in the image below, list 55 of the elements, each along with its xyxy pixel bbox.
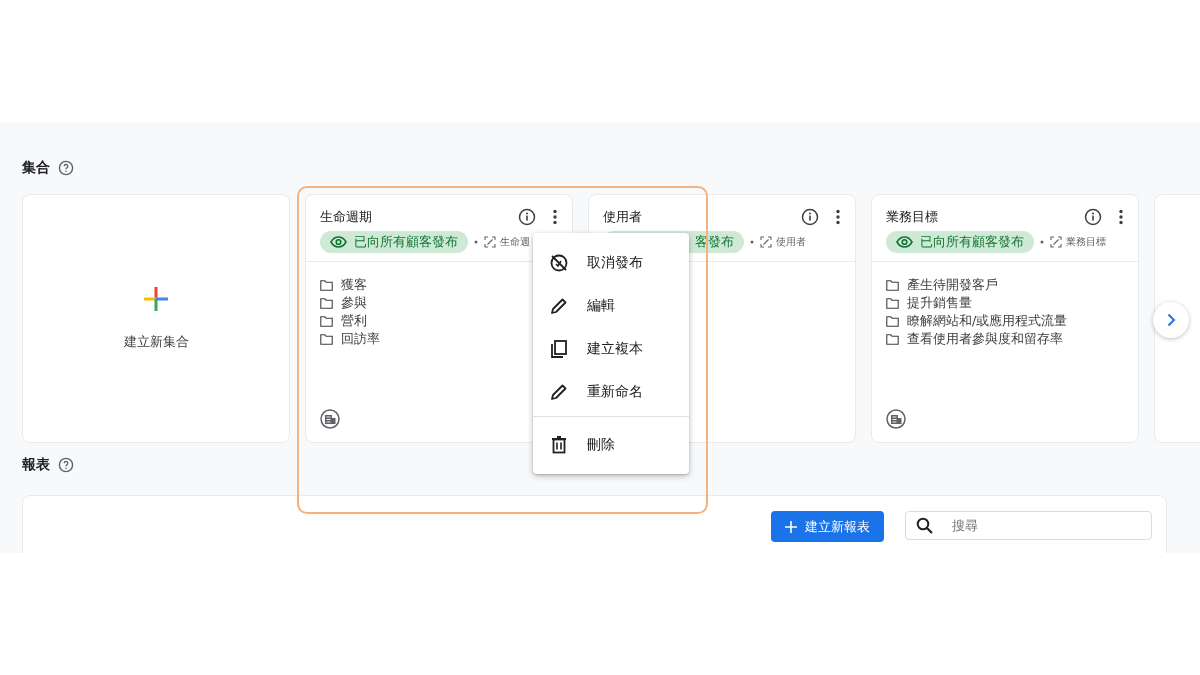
status-badge: 已向所有顧客發布 [320,230,468,254]
dot-icon [750,239,754,244]
info-icon[interactable] [518,207,536,226]
collection-title: 使用者 [603,208,642,226]
folder-label: 獲客 [341,276,367,294]
folder-label: 提升銷售量 [907,294,972,312]
dot-icon [1040,239,1044,244]
search-field[interactable]: 搜尋 [905,511,1152,540]
info-icon[interactable] [801,207,819,226]
copy-icon [549,338,569,359]
trash-icon [549,434,569,455]
menu-item[interactable]: 建立複本 [533,327,689,370]
more-icon[interactable] [835,208,841,225]
source-label: 使用者 [776,235,806,250]
menu-item[interactable]: 編輯 [533,284,689,327]
collection-title: 生命週期 [320,208,372,226]
folder-label: 查看使用者參與度和留存率 [907,330,1063,348]
info-icon[interactable] [1084,207,1102,226]
help-icon[interactable] [58,159,74,176]
folder-icon [320,279,333,291]
folder-label: 參與 [341,294,367,312]
folder-label: 產生待開發客戶 [907,276,998,294]
more-icon[interactable] [552,208,558,225]
source-label: 生命週 [500,235,530,250]
help-icon[interactable] [58,456,74,473]
folder-icon [886,279,899,291]
chevron-right-icon [1166,313,1176,327]
create-report-button[interactable]: 建立新報表 [771,511,884,542]
link-icon [1050,235,1062,248]
link-icon [760,235,772,248]
folder-label: 營利 [341,312,367,330]
menu-item[interactable]: 刪除 [533,423,689,466]
menu-item[interactable]: 重新命名 [533,370,689,413]
unpublish-icon [549,252,569,273]
menu-item[interactable]: 取消發布 [533,241,689,284]
folder-icon [886,315,899,327]
folder-icon [320,297,333,309]
folder-label: 瞭解網站和/或應用程式流量 [907,312,1068,330]
collection-title: 業務目標 [886,208,938,226]
status-badge: 已向所有顧客發布 [886,230,1034,254]
folder-label: 回訪率 [341,330,380,348]
folder-icon [886,333,899,345]
create-collection-label: 建立新集合 [123,332,189,351]
source-label: 業務目標 [1066,235,1106,250]
plus-icon [785,520,797,533]
folder-icon [320,315,333,327]
create-collection-card[interactable]: 建立新集合 [22,194,290,443]
folder-icon [886,297,899,309]
more-icon[interactable] [1118,208,1124,225]
plus-icon [143,285,169,312]
section-title: 集合 [22,158,50,177]
folder-icon [320,333,333,345]
link-icon [484,235,496,248]
dot-icon [474,239,478,244]
section-title: 報表 [22,455,50,474]
